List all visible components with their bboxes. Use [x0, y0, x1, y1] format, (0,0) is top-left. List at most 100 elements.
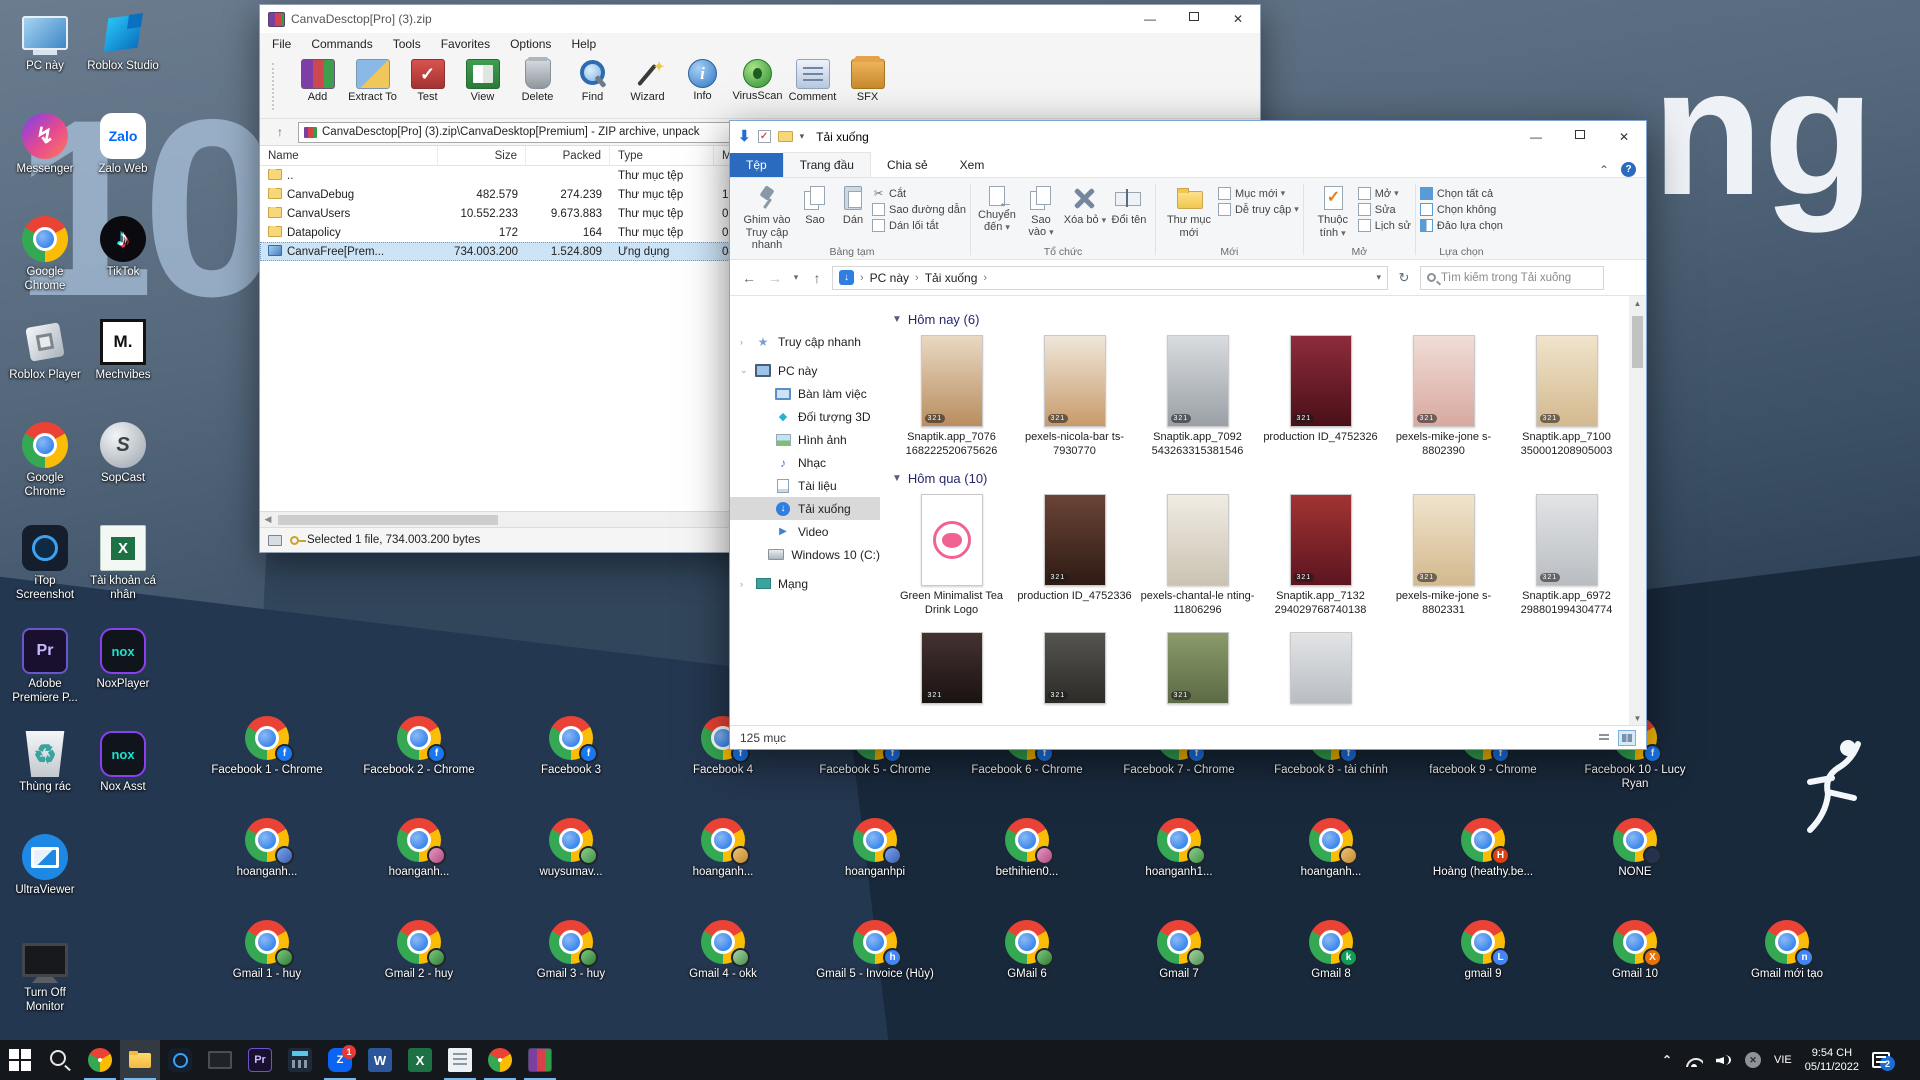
- breadcrumb-pc[interactable]: PC này: [870, 271, 909, 285]
- properties-button[interactable]: Thuộc tính▾: [1308, 182, 1358, 239]
- desktop-icon[interactable]: wuysumav...: [495, 818, 647, 880]
- ribbon-tab[interactable]: Tệp: [730, 153, 783, 177]
- desktop-icon[interactable]: f Facebook 3: [495, 716, 647, 792]
- menu-item[interactable]: Favorites: [441, 37, 490, 51]
- column-size[interactable]: Size: [438, 146, 526, 165]
- show-hidden-icons-chevron[interactable]: ⌃: [1662, 1053, 1672, 1067]
- taskbar-button[interactable]: [120, 1040, 160, 1080]
- desktop-icon[interactable]: Roblox Player: [6, 319, 84, 422]
- desktop-icon[interactable]: Gmail 7: [1103, 920, 1255, 982]
- ribbon-tab[interactable]: Chia sẻ: [871, 153, 944, 177]
- column-packed[interactable]: Packed: [526, 146, 610, 165]
- desktop-icon[interactable]: X Tài khoản cá nhân: [84, 525, 162, 628]
- menu-item[interactable]: Options: [510, 37, 551, 51]
- collapse-ribbon-icon[interactable]: ⌃: [1599, 163, 1609, 177]
- details-view-icon[interactable]: [1595, 730, 1613, 746]
- sidebar-item[interactable]: Windows 10 (C:): [730, 543, 880, 566]
- toolbar-button[interactable]: Delete: [510, 57, 565, 103]
- sidebar-item[interactable]: Tải xuống: [730, 497, 880, 520]
- recent-locations-icon[interactable]: ▾: [790, 272, 802, 283]
- open-button[interactable]: Mở▾: [1358, 187, 1411, 200]
- rename-button[interactable]: Đổi tên: [1107, 182, 1151, 226]
- toolbar-button[interactable]: VirusScan: [730, 57, 785, 102]
- select-all-button[interactable]: Chọn tất cả: [1420, 187, 1503, 200]
- file-thumbnail-item[interactable]: 321 Snaptik.app_7092 543263315381546: [1136, 335, 1259, 459]
- taskbar-button[interactable]: [440, 1040, 480, 1080]
- delete-button[interactable]: Xóa bỏ▾: [1063, 182, 1107, 226]
- taskbar-button[interactable]: [40, 1040, 80, 1080]
- ribbon-tab[interactable]: Xem: [944, 153, 1001, 177]
- close-button[interactable]: ✕: [1216, 12, 1260, 26]
- taskbar-button[interactable]: [480, 1040, 520, 1080]
- language-indicator[interactable]: VIE: [1774, 1054, 1792, 1066]
- minimize-button[interactable]: —: [1514, 130, 1558, 144]
- file-thumbnail-item[interactable]: 321 pexels-mike-jone s-8802390: [1382, 335, 1505, 459]
- file-thumbnail-item[interactable]: 321 Snaptik.app_7100 350001208905003: [1505, 335, 1628, 459]
- file-thumbnail-item[interactable]: 321 pexels-chantal-le nting-11806296: [1136, 494, 1259, 618]
- column-type[interactable]: Type: [610, 146, 714, 165]
- search-box[interactable]: [1420, 266, 1604, 290]
- desktop-icon[interactable]: L gmail 9: [1407, 920, 1559, 982]
- scroll-left-arrow[interactable]: ◀: [260, 512, 276, 527]
- toolbar-button[interactable]: Extract To: [345, 57, 400, 103]
- toolbar-button[interactable]: Comment: [785, 57, 840, 103]
- cut-button[interactable]: ✂Cắt: [872, 187, 966, 200]
- thumbnails-view-icon[interactable]: [1618, 730, 1636, 746]
- file-thumbnail-item[interactable]: 321 production ID_4752336: [1013, 494, 1136, 618]
- column-name[interactable]: Name: [260, 146, 438, 165]
- sidebar-item[interactable]: Nhạc: [730, 451, 880, 474]
- desktop-icon[interactable]: M. Mechvibes: [84, 319, 162, 422]
- taskbar-button[interactable]: [280, 1040, 320, 1080]
- desktop-icon[interactable]: ♪ TikTok: [84, 216, 162, 319]
- taskbar-button[interactable]: [520, 1040, 560, 1080]
- taskbar-button[interactable]: [200, 1040, 240, 1080]
- desktop-icon[interactable]: hoanganh...: [191, 818, 343, 880]
- desktop-icon[interactable]: h Gmail 5 - Invoice (Hủy): [799, 920, 951, 982]
- copy-path-button[interactable]: Sao đường dẫn: [872, 203, 966, 216]
- desktop-icon[interactable]: Pr Adobe Premiere P...: [6, 628, 84, 731]
- easy-access-button[interactable]: Dễ truy cập▾: [1218, 203, 1299, 216]
- desktop-icon[interactable]: Turn Off Monitor: [6, 937, 84, 1040]
- sidebar-item[interactable]: Hình ảnh: [730, 428, 880, 451]
- new-folder-button[interactable]: Thư mục mới: [1160, 182, 1218, 239]
- sidebar-item[interactable]: › Mạng: [730, 572, 880, 595]
- desktop-icon[interactable]: Google Chrome: [6, 422, 84, 525]
- file-thumbnail-item[interactable]: 321 Snaptik.app_6972 298801994304774: [1505, 494, 1628, 618]
- desktop-icon[interactable]: Gmail 4 - okk: [647, 920, 799, 982]
- menu-item[interactable]: Tools: [393, 37, 421, 51]
- menu-item[interactable]: Help: [571, 37, 596, 51]
- paste-shortcut-button[interactable]: Dán lối tắt: [872, 219, 966, 232]
- desktop-icon[interactable]: Zalo Zalo Web: [84, 113, 162, 216]
- taskbar-button[interactable]: 1 Z: [320, 1040, 360, 1080]
- copy-button[interactable]: Sao: [796, 182, 834, 227]
- maximize-button[interactable]: [1172, 12, 1216, 21]
- taskbar-button[interactable]: W: [360, 1040, 400, 1080]
- sidebar-item[interactable]: Tài liệu: [730, 474, 880, 497]
- status-x-icon[interactable]: ✕: [1745, 1052, 1761, 1068]
- desktop-icon[interactable]: ↯ Messenger: [6, 113, 84, 216]
- desktop-icon[interactable]: H Hoàng (heathy.be...: [1407, 818, 1559, 880]
- copy-to-button[interactable]: Sao vào▾: [1019, 182, 1063, 238]
- desktop-icon[interactable]: Gmail 2 - huy: [343, 920, 495, 982]
- desktop-icon[interactable]: hoanganh...: [1255, 818, 1407, 880]
- desktop-icon[interactable]: hoanganh...: [647, 818, 799, 880]
- desktop-icon[interactable]: Google Chrome: [6, 216, 84, 319]
- file-thumbnail-item[interactable]: 321: [1013, 632, 1136, 704]
- desktop-icon[interactable]: f Facebook 2 - Chrome: [343, 716, 495, 792]
- scroll-up-arrow[interactable]: ▲: [1634, 296, 1642, 310]
- expander-icon[interactable]: ›: [740, 337, 748, 347]
- sidebar-item[interactable]: Đối tượng 3D: [730, 405, 880, 428]
- winrar-titlebar[interactable]: CanvaDesctop[Pro] (3).zip — ✕: [260, 5, 1260, 33]
- desktop-icon[interactable]: nox Nox Asst: [84, 731, 162, 834]
- desktop-icon[interactable]: hoanganhpi: [799, 818, 951, 880]
- archive-path-combo[interactable]: CanvaDesctop[Pro] (3).zip\CanvaDesktop[P…: [298, 122, 734, 143]
- invert-selection-button[interactable]: Đảo lựa chọn: [1420, 219, 1503, 232]
- desktop-icon[interactable]: GMail 6: [951, 920, 1103, 982]
- file-thumbnail-item[interactable]: 321: [1259, 632, 1382, 704]
- desktop-icon[interactable]: n Gmail mới tạo: [1711, 920, 1863, 982]
- desktop-icon[interactable]: bethihien0...: [951, 818, 1103, 880]
- scroll-down-arrow[interactable]: ▼: [1634, 711, 1642, 725]
- up-button[interactable]: ↑: [806, 270, 828, 286]
- desktop-icon[interactable]: hoanganh...: [343, 818, 495, 880]
- file-thumbnail-item[interactable]: 321 Green Minimalist Tea Drink Logo: [890, 494, 1013, 618]
